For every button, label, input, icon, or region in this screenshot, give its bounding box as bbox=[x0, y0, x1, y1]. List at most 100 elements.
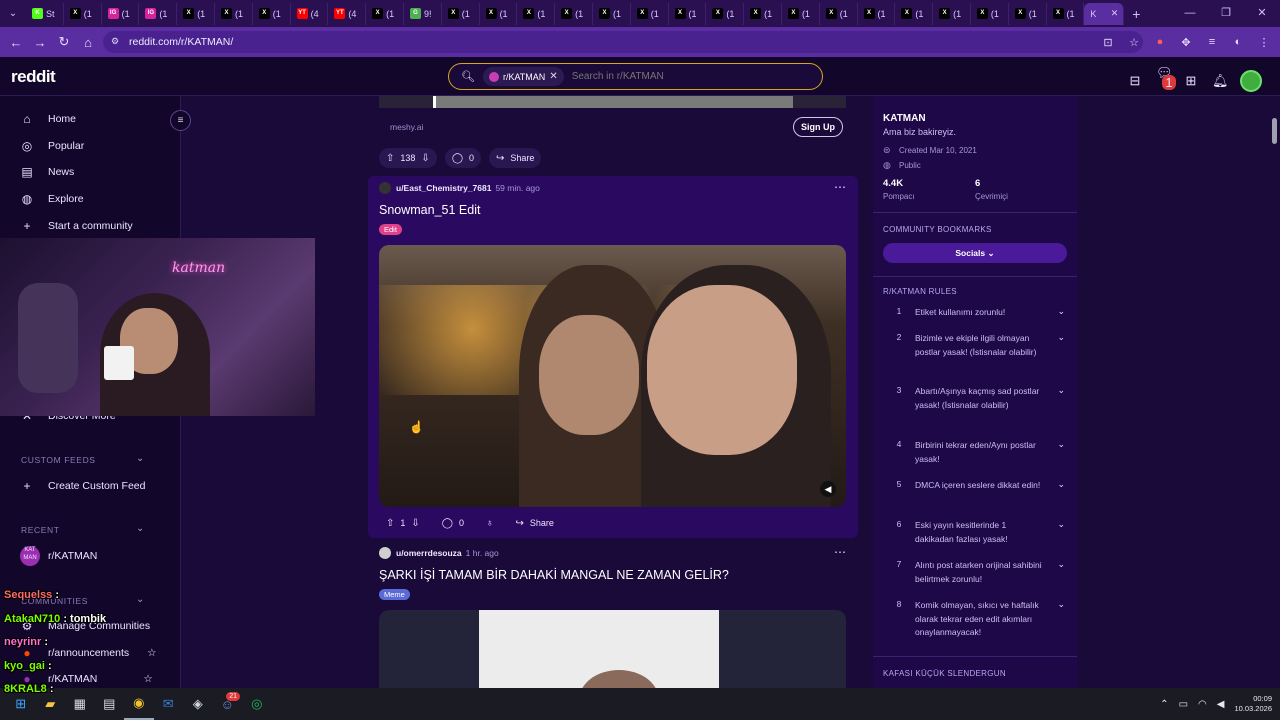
chevron-down-icon[interactable]: ⌄ bbox=[1045, 479, 1065, 493]
page-scrollbar[interactable] bbox=[1269, 96, 1280, 688]
browser-tab[interactable]: X (1 bbox=[706, 2, 745, 25]
rule-item[interactable]: 7 Alıntı post atarken orijinal sahibini b… bbox=[883, 559, 1067, 586]
search-input[interactable] bbox=[571, 71, 772, 82]
advertise-icon[interactable]: ⊟ bbox=[1128, 73, 1142, 89]
post1-share-button[interactable]: ↪ Share bbox=[509, 513, 561, 533]
clock[interactable]: 00:09 10.03.2026 bbox=[1234, 694, 1272, 714]
close-tab-icon[interactable]: ✕ bbox=[1111, 8, 1124, 19]
chevron-down-icon[interactable]: ⌄ bbox=[136, 594, 144, 605]
browser-tab[interactable]: X (1 bbox=[442, 2, 480, 25]
downvote-icon[interactable]: ⇩ bbox=[411, 518, 419, 529]
post1-username[interactable]: u/East_Chemistry_7681 bbox=[396, 183, 491, 193]
reload-icon[interactable]: ↻ bbox=[52, 34, 76, 50]
browser-tab[interactable]: X (1 bbox=[253, 2, 291, 25]
browser-tab[interactable]: X (1 bbox=[820, 2, 858, 25]
browser-tab[interactable]: X (1 bbox=[744, 2, 782, 25]
browser-tab[interactable]: IG (1 bbox=[102, 2, 140, 25]
bookmark-star-icon[interactable]: ☆ bbox=[1126, 36, 1142, 49]
back-icon[interactable]: ← bbox=[4, 35, 28, 50]
create-custom-feed[interactable]: + Create Custom Feed bbox=[20, 476, 145, 496]
install-icon[interactable]: ⊡ bbox=[1100, 36, 1116, 49]
browser-tab[interactable]: X (1 bbox=[971, 2, 1009, 25]
browser-tab[interactable]: X (1 bbox=[366, 2, 404, 25]
chat-icon[interactable]: 💬︎1 bbox=[1156, 65, 1176, 96]
steam-icon[interactable]: ◈ bbox=[183, 688, 213, 720]
nav-news[interactable]: ▤ News bbox=[20, 162, 74, 182]
post2-flair[interactable]: Meme bbox=[379, 589, 410, 600]
create-post-icon[interactable]: ⊞ bbox=[1184, 73, 1198, 89]
rule-item[interactable]: 6 Eski yayın kesitlerinde 1 dakikadan faz… bbox=[883, 519, 1067, 546]
scrollbar-thumb[interactable] bbox=[1272, 118, 1277, 144]
chip-close-icon[interactable]: ✕ bbox=[549, 71, 557, 82]
browser-tab[interactable]: X (1 bbox=[933, 2, 971, 25]
volume-icon[interactable]: ◀ bbox=[820, 481, 836, 497]
browser-tab[interactable]: YT (4 bbox=[291, 2, 329, 25]
custom-feeds-heading[interactable]: CUSTOM FEEDS bbox=[21, 455, 96, 465]
chevron-down-icon[interactable]: ⌄ bbox=[136, 453, 144, 464]
rule-item[interactable]: 1 Etiket kullanımı zorunlu! ⌄ bbox=[883, 306, 1067, 320]
browser-tab[interactable]: X (1 bbox=[895, 2, 934, 25]
favorite-star-icon[interactable]: ☆ bbox=[143, 673, 152, 685]
recent-heading[interactable]: RECENT bbox=[21, 525, 60, 535]
reddit-logo[interactable]: reddit bbox=[11, 67, 56, 87]
rule-item[interactable]: 4 Birbirini tekrar eden/Aynı postlar yasa… bbox=[883, 439, 1067, 466]
browser-tab[interactable]: G 9! bbox=[404, 2, 442, 25]
network-icon[interactable]: ▭ bbox=[1179, 699, 1188, 710]
post2-more-icon[interactable]: ⋯ bbox=[834, 545, 847, 559]
browser-tab[interactable]: X (1 bbox=[782, 2, 820, 25]
close-window-icon[interactable]: ✕ bbox=[1244, 0, 1280, 27]
site-info-icon[interactable]: ⚙ bbox=[111, 36, 123, 48]
socials-dropdown[interactable]: Socials ⌄ bbox=[883, 243, 1067, 263]
post1-comments-button[interactable]: ◯ 0 bbox=[435, 513, 471, 533]
url-bar[interactable]: ⚙ reddit.com/r/KATMAN/ bbox=[103, 31, 1143, 53]
browser-tab[interactable]: IG (1 bbox=[139, 2, 178, 25]
post1-award-button[interactable]: ♁ bbox=[479, 513, 501, 533]
user-avatar[interactable] bbox=[1240, 69, 1262, 92]
media-control-icon[interactable]: ≡ bbox=[1204, 36, 1220, 48]
chrome-icon[interactable]: ◉ bbox=[124, 688, 154, 720]
rule-item[interactable]: 5 DMCA içeren seslere dikkat edin! ⌄ bbox=[883, 479, 1067, 493]
post1-title[interactable]: Snowman_51 Edit bbox=[379, 203, 480, 217]
new-tab-icon[interactable]: + bbox=[1124, 6, 1148, 22]
recent-katman[interactable]: KAT MAN r/KATMAN bbox=[20, 546, 97, 566]
post1-more-icon[interactable]: ⋯ bbox=[834, 180, 847, 194]
favorite-star-icon[interactable]: ☆ bbox=[147, 647, 156, 659]
ad-media[interactable] bbox=[379, 96, 846, 108]
post1-flair[interactable]: Edit bbox=[379, 224, 402, 235]
browser-tab[interactable]: YT (4 bbox=[328, 2, 367, 25]
discord-icon[interactable]: ☺ 21 bbox=[213, 688, 243, 720]
browser-tab[interactable]: X (1 bbox=[555, 2, 593, 25]
nav-start-community[interactable]: + Start a community bbox=[20, 216, 132, 236]
nav-explore[interactable]: ◍ Explore bbox=[20, 189, 84, 209]
ad-share-button[interactable]: ↪ Share bbox=[489, 148, 542, 168]
ad-source-link[interactable]: meshy.ai bbox=[390, 122, 423, 132]
collapse-nav-icon[interactable]: ≡ bbox=[170, 110, 191, 131]
nav-home[interactable]: ⌂ Home bbox=[20, 109, 76, 129]
browser-tab[interactable]: X (1 bbox=[177, 2, 215, 25]
chevron-down-icon[interactable]: ⌄ bbox=[1045, 385, 1065, 412]
post2-media[interactable] bbox=[379, 610, 846, 688]
subreddit-chip[interactable]: r/KATMAN ✕ bbox=[482, 67, 564, 86]
home-icon[interactable]: ⌂ bbox=[76, 35, 100, 50]
chevron-down-icon[interactable]: ⌄ bbox=[1045, 559, 1065, 586]
chevron-down-icon[interactable]: ⌄ bbox=[136, 523, 144, 534]
upvote-icon[interactable]: ⇧ bbox=[386, 518, 394, 529]
browser-tab[interactable]: X (1 bbox=[64, 2, 102, 25]
tab-active[interactable]: K ✕ bbox=[1084, 2, 1125, 25]
extensions-puzzle-icon[interactable]: ✥ bbox=[1178, 36, 1194, 49]
ad-comments-button[interactable]: ◯ 0 bbox=[444, 148, 482, 168]
post1-video[interactable]: ◀ bbox=[379, 245, 846, 507]
restore-icon[interactable]: ❐ bbox=[1208, 0, 1244, 27]
wifi-icon[interactable]: ◠ bbox=[1198, 699, 1207, 710]
browser-tab[interactable]: X (1 bbox=[517, 2, 556, 25]
chevron-down-icon[interactable]: ⌄ bbox=[1045, 332, 1065, 359]
post2-username[interactable]: u/omerrdesouza bbox=[396, 548, 462, 558]
chevron-down-icon[interactable]: ⌄ bbox=[1045, 599, 1065, 640]
search-bar[interactable]: 🔍︎ r/KATMAN ✕ bbox=[448, 63, 823, 90]
forward-icon[interactable]: → bbox=[28, 35, 52, 50]
signup-button[interactable]: Sign Up bbox=[793, 117, 843, 137]
chevron-down-icon[interactable]: ⌄ bbox=[1045, 439, 1065, 466]
browser-tab[interactable]: X (1 bbox=[215, 2, 253, 25]
minimize-icon[interactable]: — bbox=[1172, 0, 1208, 27]
tab-search-icon[interactable]: ⌄ bbox=[0, 0, 26, 27]
